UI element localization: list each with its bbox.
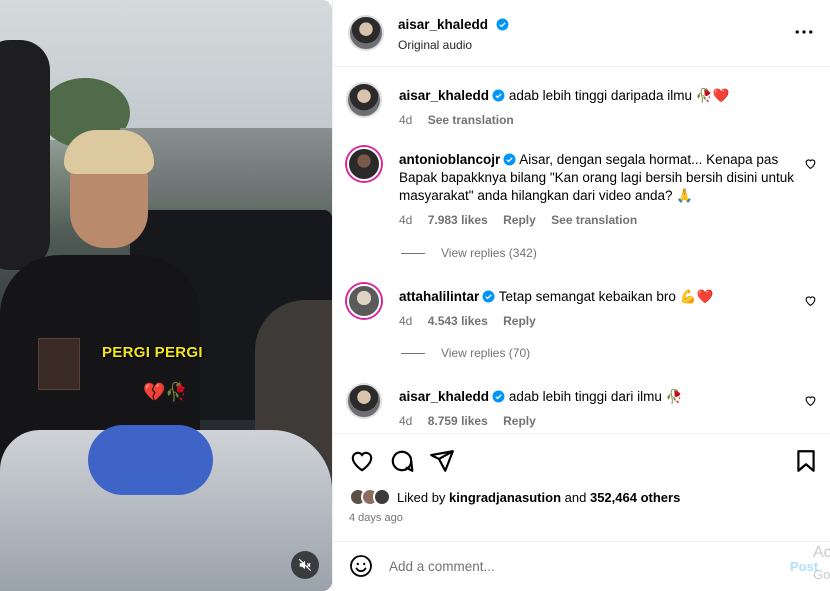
like-comment-heart-icon[interactable] [804, 294, 817, 307]
emoji-icon[interactable] [349, 554, 373, 578]
comment-time: 4d [399, 113, 413, 127]
comment-input[interactable] [389, 555, 769, 577]
see-translation-link[interactable]: See translation [428, 113, 514, 127]
edge-overlay-text: Ac Go [813, 542, 830, 586]
post-actions: Liked by kingradjanasution and 352,464 o… [333, 433, 830, 541]
comment-meta: 4d 4.543 likes Reply [399, 312, 799, 330]
speaker-muted-icon [298, 558, 312, 572]
original-audio-link[interactable]: Original audio [398, 38, 509, 52]
liked-by-user-link[interactable]: kingradjanasution [449, 490, 561, 505]
comment-likes[interactable]: 8.759 likes [428, 414, 488, 428]
video-person-left [0, 40, 50, 270]
video-blue-cloth [88, 425, 213, 495]
comment-item: aisar_khaledd adab lebih tinggi dari ilm… [347, 384, 817, 430]
comment-likes[interactable]: 7.983 likes [428, 213, 488, 227]
comment-body: aisar_khaledd adab lebih tinggi daripada… [399, 87, 799, 129]
likes-text: Liked by kingradjanasution and 352,464 o… [397, 490, 680, 505]
add-comment-bar: Post Ac Go [333, 541, 830, 591]
comment-item: antonioblancojr Aisar, dengan segala hor… [347, 147, 817, 237]
comment-item: attahalilintar Tetap semangat kebaikan b… [347, 284, 817, 334]
comment-time: 4d [399, 213, 413, 227]
see-translation-link[interactable]: See translation [551, 213, 637, 227]
mute-button[interactable] [291, 551, 319, 579]
comment-username[interactable]: attahalilintar [399, 289, 479, 304]
edge-overlay-line: Ac [813, 544, 830, 561]
comment-text: adab lebih tinggi daripada ilmu 🥀❤️ [508, 88, 730, 103]
like-comment-heart-icon[interactable] [804, 394, 817, 407]
comment-body: attahalilintar Tetap semangat kebaikan b… [399, 288, 799, 330]
post-timestamp: 4 days ago [349, 512, 403, 524]
post-author-block: aisar_khaledd Original audio [398, 16, 509, 52]
reel-video[interactable]: PERGI PERGI 💔🥀 [0, 0, 332, 591]
reply-button[interactable]: Reply [503, 414, 536, 428]
comment-likes[interactable]: 4.543 likes [428, 314, 488, 328]
heart-icon[interactable] [349, 448, 375, 474]
avatar[interactable] [347, 147, 381, 181]
video-shirt-print [38, 338, 80, 390]
post-detail-pane: aisar_khaledd Original audio aisar_khale… [332, 0, 830, 591]
video-emoji-sticker: 💔🥀 [143, 382, 188, 402]
more-horizontal-icon[interactable] [795, 25, 813, 39]
avatar[interactable] [347, 284, 381, 318]
comment-icon[interactable] [389, 448, 415, 474]
video-caption: PERGI PERGI [102, 344, 203, 361]
share-icon[interactable] [429, 448, 455, 474]
comment-body: antonioblancojr Aisar, dengan segala hor… [399, 151, 799, 229]
likes-count-link[interactable]: 352,464 others [590, 490, 680, 505]
comment-username[interactable]: antonioblancojr [399, 152, 500, 167]
liked-by-label: Liked by [397, 489, 446, 505]
comment-meta: 4d See translation [399, 111, 799, 129]
verified-badge-icon [503, 153, 516, 166]
likes-and-label: and [564, 489, 587, 505]
comment-text: Tetap semangat kebaikan bro 💪❤️ [498, 289, 714, 304]
video-man-hair [64, 130, 154, 174]
avatar[interactable] [347, 384, 381, 418]
post-author-username[interactable]: aisar_khaledd [398, 17, 488, 32]
comment-text: adab lebih tinggi dari ilmu 🥀 [508, 389, 683, 404]
comment-username[interactable]: aisar_khaledd [399, 389, 489, 404]
comment-meta: 4d 7.983 likes Reply See translation [399, 211, 799, 229]
avatar[interactable] [347, 83, 381, 117]
edge-overlay-line: Go [813, 567, 830, 582]
view-replies-button[interactable]: View replies (70) [401, 346, 530, 360]
comment-time: 4d [399, 414, 413, 428]
view-replies-label: View replies (70) [441, 346, 531, 360]
comment-meta: 4d 8.759 likes Reply [399, 412, 799, 430]
verified-badge-icon [492, 89, 505, 102]
verified-badge-icon [496, 18, 508, 31]
verified-badge-icon [482, 290, 495, 303]
avatar[interactable] [349, 16, 383, 50]
post-header: aisar_khaledd Original audio [333, 0, 830, 67]
view-replies-button[interactable]: View replies (342) [401, 246, 537, 260]
replies-divider [401, 252, 425, 254]
bookmark-icon[interactable] [793, 448, 819, 474]
reply-button[interactable]: Reply [503, 213, 536, 227]
comment-body: aisar_khaledd adab lebih tinggi dari ilm… [399, 388, 799, 430]
reply-button[interactable]: Reply [503, 314, 536, 328]
replies-divider [401, 352, 425, 354]
comment-username[interactable]: aisar_khaledd [399, 88, 489, 103]
comment-time: 4d [399, 314, 413, 328]
likes-summary: Liked by kingradjanasution and 352,464 o… [349, 488, 680, 506]
avatar [373, 488, 391, 506]
view-replies-label: View replies (342) [441, 246, 537, 260]
caption-comment: aisar_khaledd adab lebih tinggi daripada… [347, 83, 817, 133]
verified-badge-icon [492, 390, 505, 403]
like-comment-heart-icon[interactable] [804, 157, 817, 170]
